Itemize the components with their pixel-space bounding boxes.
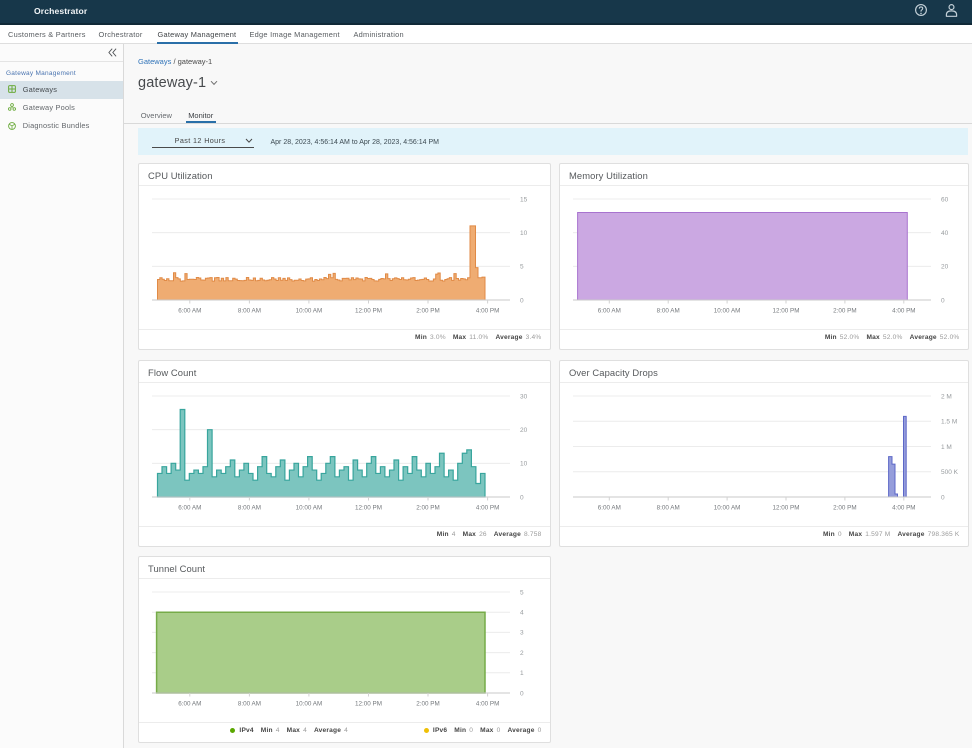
- svg-text:10:00 AM: 10:00 AM: [296, 701, 323, 708]
- svg-text:0: 0: [520, 690, 524, 697]
- svg-text:10: 10: [520, 461, 528, 468]
- svg-text:500 K: 500 K: [941, 469, 959, 476]
- svg-text:1 M: 1 M: [941, 444, 952, 451]
- svg-text:10:00 AM: 10:00 AM: [296, 308, 323, 315]
- svg-text:2 M: 2 M: [941, 393, 952, 400]
- svg-text:2:00 PM: 2:00 PM: [416, 505, 439, 512]
- svg-text:8:00 AM: 8:00 AM: [657, 308, 680, 315]
- svg-text:8:00 AM: 8:00 AM: [238, 308, 261, 315]
- svg-text:6:00 AM: 6:00 AM: [598, 505, 621, 512]
- svg-text:8:00 AM: 8:00 AM: [657, 505, 680, 512]
- svg-text:60: 60: [941, 196, 949, 203]
- svg-text:6:00 AM: 6:00 AM: [598, 308, 621, 315]
- svg-text:0: 0: [520, 494, 524, 501]
- svg-text:1: 1: [520, 670, 524, 677]
- svg-text:10: 10: [520, 230, 528, 237]
- svg-text:2:00 PM: 2:00 PM: [416, 308, 439, 315]
- svg-text:6:00 AM: 6:00 AM: [178, 505, 201, 512]
- svg-text:2:00 PM: 2:00 PM: [833, 505, 856, 512]
- svg-text:8:00 AM: 8:00 AM: [238, 701, 261, 708]
- svg-text:2: 2: [520, 650, 524, 657]
- svg-text:5: 5: [520, 589, 524, 596]
- svg-text:40: 40: [941, 230, 949, 237]
- svg-text:30: 30: [520, 393, 528, 400]
- svg-text:5: 5: [520, 264, 524, 271]
- svg-text:4:00 PM: 4:00 PM: [476, 701, 499, 708]
- svg-text:12:00 PM: 12:00 PM: [355, 505, 382, 512]
- svg-text:3: 3: [520, 630, 524, 637]
- svg-text:4:00 PM: 4:00 PM: [892, 308, 915, 315]
- svg-text:2:00 PM: 2:00 PM: [416, 701, 439, 708]
- svg-text:12:00 PM: 12:00 PM: [355, 308, 382, 315]
- svg-text:8:00 AM: 8:00 AM: [238, 505, 261, 512]
- svg-text:4: 4: [520, 610, 524, 617]
- svg-text:12:00 PM: 12:00 PM: [773, 505, 800, 512]
- svg-text:2:00 PM: 2:00 PM: [833, 308, 856, 315]
- svg-text:10:00 AM: 10:00 AM: [296, 505, 323, 512]
- svg-text:1.5 M: 1.5 M: [941, 419, 957, 426]
- svg-text:4:00 PM: 4:00 PM: [476, 505, 499, 512]
- svg-text:6:00 AM: 6:00 AM: [178, 308, 201, 315]
- svg-text:10:00 AM: 10:00 AM: [714, 308, 741, 315]
- svg-text:0: 0: [941, 297, 945, 304]
- svg-text:20: 20: [520, 427, 528, 434]
- svg-text:12:00 PM: 12:00 PM: [773, 308, 800, 315]
- svg-text:6:00 AM: 6:00 AM: [178, 701, 201, 708]
- svg-text:12:00 PM: 12:00 PM: [355, 701, 382, 708]
- svg-text:0: 0: [520, 297, 524, 304]
- svg-text:0: 0: [941, 494, 945, 501]
- svg-text:10:00 AM: 10:00 AM: [714, 505, 741, 512]
- svg-text:4:00 PM: 4:00 PM: [892, 505, 915, 512]
- svg-text:15: 15: [520, 196, 528, 203]
- svg-text:4:00 PM: 4:00 PM: [476, 308, 499, 315]
- svg-text:20: 20: [941, 264, 949, 271]
